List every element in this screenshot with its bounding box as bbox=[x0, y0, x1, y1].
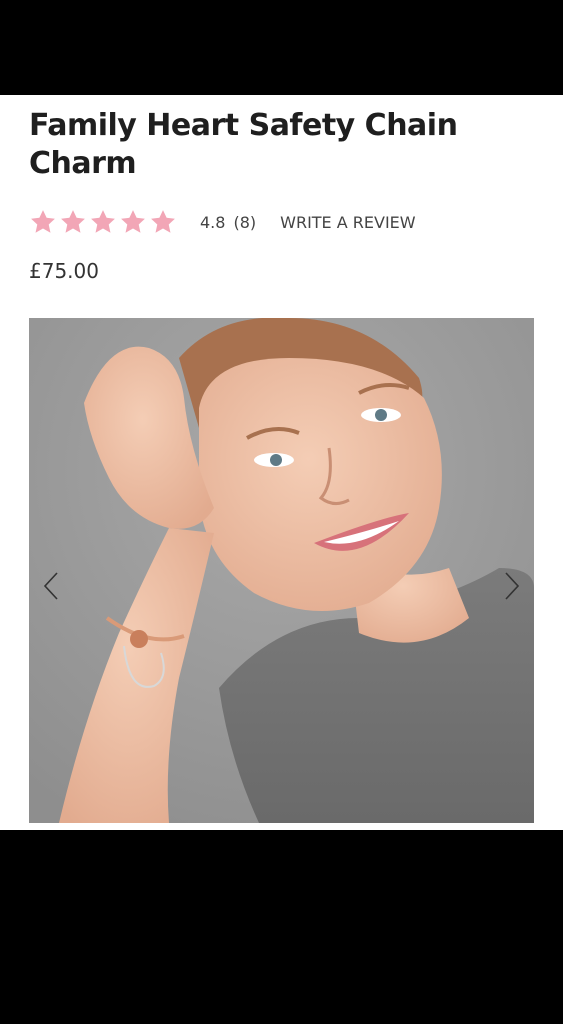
star-icon bbox=[29, 208, 57, 236]
chevron-left-icon[interactable] bbox=[39, 570, 63, 602]
product-photo bbox=[29, 318, 534, 823]
star-icon bbox=[59, 208, 87, 236]
chevron-right-icon[interactable] bbox=[500, 570, 524, 602]
star-icon bbox=[89, 208, 117, 236]
product-image-carousel[interactable] bbox=[29, 318, 534, 823]
review-count[interactable]: (8) bbox=[233, 213, 256, 232]
star-icon bbox=[149, 208, 177, 236]
product-title-line1: Family Heart Safety Chain bbox=[29, 108, 458, 143]
product-title-line2: Charm bbox=[29, 146, 137, 181]
rating-value: 4.8 bbox=[200, 212, 226, 232]
product-detail-section: Family Heart Safety Chain Charm 4.8 (8) … bbox=[0, 95, 563, 830]
rating-row: 4.8 (8) WRITE A REVIEW bbox=[29, 206, 416, 238]
star-icon bbox=[119, 208, 147, 236]
product-title: Family Heart Safety Chain Charm bbox=[29, 107, 529, 183]
write-review-link[interactable]: WRITE A REVIEW bbox=[280, 213, 415, 232]
product-price: £75.00 bbox=[29, 259, 99, 283]
star-rating bbox=[29, 208, 177, 236]
